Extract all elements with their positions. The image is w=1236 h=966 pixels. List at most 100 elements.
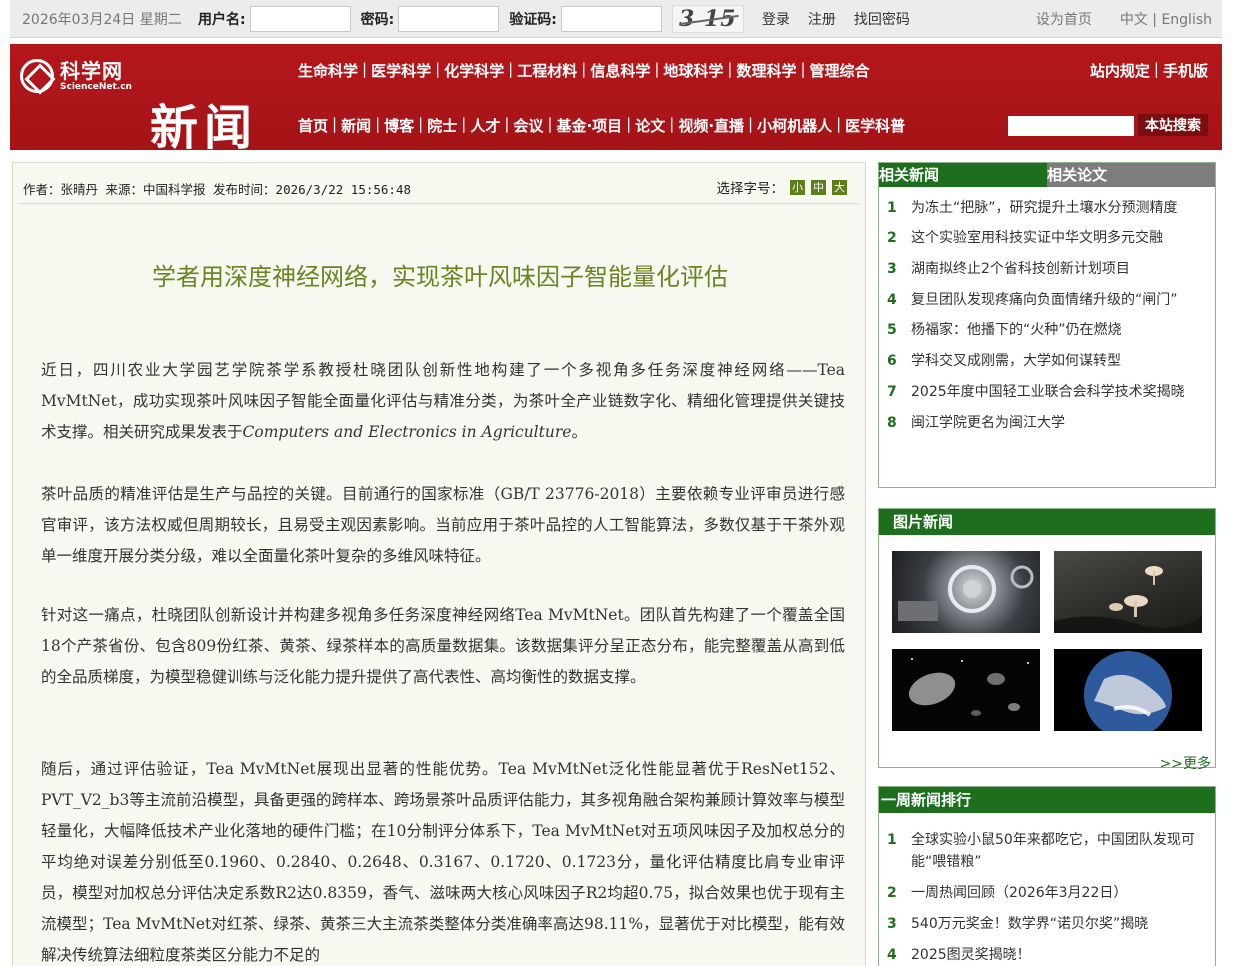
nav-separator: | <box>547 115 553 133</box>
photo-news-more-link[interactable]: >>更多 <box>1160 753 1211 773</box>
site-logo[interactable]: 科学网 ScienceNet.cn <box>20 54 150 98</box>
main-nav-item-7[interactable]: 论文 <box>635 115 665 136</box>
related-news-rank: 5 <box>887 322 897 338</box>
related-news-title[interactable]: 杨福家：他播下的“火种”仍在燃烧 <box>911 319 1205 341</box>
related-news-title[interactable]: 2025年度中国轻工业联合会科学技术奖揭晓 <box>911 381 1205 403</box>
subject-nav-item-5[interactable]: 地球科学 <box>663 60 723 81</box>
main-nav-item-3[interactable]: 院士 <box>427 115 457 136</box>
weekly-ranking-heading: 一周新闻排行 <box>879 787 1215 813</box>
mushroom-photo-art <box>1054 566 1202 633</box>
related-news-rank: 4 <box>887 292 897 308</box>
related-news-item[interactable]: 4 复旦团队发现疼痛向负面情绪升级的“闸门” <box>887 289 1205 311</box>
main-nav-item-4[interactable]: 人才 <box>470 115 500 136</box>
related-news-title[interactable]: 为冻土“把脉”，研究提升土壤水分预测精度 <box>911 197 1205 219</box>
language-switch[interactable]: 中文 | English <box>1120 9 1212 29</box>
weekly-ranking-box: 一周新闻排行 1 全球实验小鼠50年来都吃它，中国团队发现可能“喂错粮” 2 一周热闻… <box>878 786 1216 966</box>
font-size-small[interactable]: 小 <box>790 179 805 195</box>
password-label: 密码: <box>360 11 395 28</box>
weekly-ranking-list: 1 全球实验小鼠50年来都吃它，中国团队发现可能“喂错粮” 2 一周热闻回顾（2026… <box>879 813 1215 966</box>
nav-separator: | <box>418 115 424 133</box>
recover-password-link[interactable]: 找回密码 <box>854 9 910 29</box>
nav-separator: | <box>800 60 806 78</box>
nav-separator: | <box>748 115 754 133</box>
login-link[interactable]: 登录 <box>762 9 790 29</box>
weekly-ranking-item[interactable]: 2 一周热闻回顾（2026年3月22日） <box>887 882 1205 904</box>
weekly-ranking-rank: 3 <box>887 916 897 932</box>
captcha-input[interactable] <box>560 5 662 32</box>
machine-photo-art <box>898 565 1034 621</box>
article-title: 学者用深度神经网络，实现茶叶风味因子智能量化评估 <box>152 263 728 291</box>
weekly-ranking-item[interactable]: 4 2025图灵奖揭晓！ <box>887 944 1205 966</box>
main-nav-item-5[interactable]: 会议 <box>513 115 543 136</box>
subject-nav-item-0[interactable]: 生命科学 <box>298 60 358 81</box>
username-input[interactable] <box>249 5 351 32</box>
weekly-ranking-item[interactable]: 1 全球实验小鼠50年来都吃它，中国团队发现可能“喂错粮” <box>887 829 1205 873</box>
font-size-medium[interactable]: 中 <box>811 179 826 195</box>
asteroid-photo[interactable] <box>892 649 1040 731</box>
article-paragraph-3: 针对这一痛点，杜晓团队创新设计并构建多视角多任务深度神经网络Tea MvMtNe… <box>41 606 845 686</box>
section-title: 新闻 <box>150 100 259 156</box>
related-news-title[interactable]: 这个实验室用科技实证中华文明多元交融 <box>911 227 1205 249</box>
nav-separator: | <box>461 115 467 133</box>
related-news-rank: 3 <box>887 261 897 277</box>
subject-nav-item-7[interactable]: 管理综合 <box>810 60 870 81</box>
main-nav-item-8[interactable]: 视频·直播 <box>678 115 744 136</box>
related-news-item[interactable]: 3 湖南拟终止2个省科技创新计划项目 <box>887 258 1205 280</box>
nav-separator: | <box>332 115 338 133</box>
weekly-ranking-title[interactable]: 一周热闻回顾（2026年3月22日） <box>911 882 1205 904</box>
related-news-title[interactable]: 闽江学院更名为闽江大学 <box>911 412 1205 434</box>
journal-name: Computers and Electronics in Agriculture <box>242 423 572 441</box>
weekly-ranking-rank: 4 <box>887 947 897 963</box>
subject-nav-item-1[interactable]: 医学科学 <box>371 60 431 81</box>
password-input[interactable] <box>398 5 500 32</box>
related-news-rank: 2 <box>887 230 897 246</box>
site-search-input[interactable] <box>1008 116 1134 136</box>
related-news-item[interactable]: 6 学科交叉成刚需，大学如何谋转型 <box>887 350 1205 372</box>
logo-cn: 科学网 <box>60 59 123 83</box>
machine-photo[interactable] <box>892 551 1040 633</box>
logo-icon <box>20 59 54 93</box>
earth-photo[interactable] <box>1054 649 1202 731</box>
set-homepage-link[interactable]: 设为首页 <box>1036 9 1092 29</box>
photo-news-heading: 图片新闻 <box>879 509 1215 535</box>
main-nav-item-0[interactable]: 首页 <box>298 115 328 136</box>
subject-nav-item-6[interactable]: 数理科学 <box>736 60 796 81</box>
main-nav-item-9[interactable]: 小柯机器人 <box>757 115 832 136</box>
current-date: 2026年03月24日 星期二 <box>22 11 182 28</box>
site-search-button[interactable]: 本站搜索 <box>1138 114 1208 136</box>
related-news-item[interactable]: 2 这个实验室用科技实证中华文明多元交融 <box>887 227 1205 249</box>
related-news-item[interactable]: 5 杨福家：他播下的“火种”仍在燃烧 <box>887 319 1205 341</box>
username-label: 用户名: <box>198 11 246 28</box>
subject-nav-item-4[interactable]: 信息科学 <box>590 60 650 81</box>
subject-nav-item-3[interactable]: 工程材料 <box>517 60 577 81</box>
related-news-item[interactable]: 7 2025年度中国轻工业联合会科学技术奖揭晓 <box>887 381 1205 403</box>
main-nav-item-10[interactable]: 医学科普 <box>845 115 905 136</box>
article-panel: 作者：张晴丹 来源：中国科学报 发布时间：2026/3/22 15:56:48 … <box>12 162 866 966</box>
main-nav-item-2[interactable]: 博客 <box>384 115 414 136</box>
site-header: 科学网 ScienceNet.cn 新闻 生命科学 | 医学科学 | 化学科学 | 工程材料… <box>10 44 1222 156</box>
tab-related-news[interactable]: 相关新闻 <box>879 163 1047 187</box>
weekly-ranking-title[interactable]: 540万元奖金！数学界“诺贝尔奖”揭晓 <box>911 913 1205 935</box>
related-news-item[interactable]: 1 为冻土“把脉”，研究提升土壤水分预测精度 <box>887 197 1205 219</box>
weekly-ranking-title[interactable]: 全球实验小鼠50年来都吃它，中国团队发现可能“喂错粮” <box>911 829 1205 873</box>
related-news-title[interactable]: 湖南拟终止2个省科技创新计划项目 <box>911 258 1205 280</box>
mushroom-photo[interactable] <box>1054 551 1202 633</box>
weekly-ranking-rank: 1 <box>887 832 897 848</box>
right-nav-item-0[interactable]: 站内规定 <box>1090 60 1150 81</box>
font-size-large[interactable]: 大 <box>832 179 847 195</box>
related-news-title[interactable]: 学科交叉成刚需，大学如何谋转型 <box>911 350 1205 372</box>
nav-separator: | <box>375 115 381 133</box>
related-news-title[interactable]: 复旦团队发现疼痛向负面情绪升级的“闸门” <box>911 289 1205 311</box>
related-news-rank: 1 <box>887 200 897 216</box>
register-link[interactable]: 注册 <box>808 9 836 29</box>
related-news-box: 相关新闻 相关论文 1 为冻土“把脉”，研究提升土壤水分预测精度 2 这个实验室用科技… <box>878 162 1216 488</box>
weekly-ranking-item[interactable]: 3 540万元奖金！数学界“诺贝尔奖”揭晓 <box>887 913 1205 935</box>
right-nav-item-1[interactable]: 手机版 <box>1163 60 1208 81</box>
tab-related-papers[interactable]: 相关论文 <box>1047 163 1215 187</box>
captcha-image[interactable]: 3 15 <box>671 4 744 33</box>
main-nav-item-1[interactable]: 新闻 <box>341 115 371 136</box>
subject-nav-item-2[interactable]: 化学科学 <box>444 60 504 81</box>
main-nav-item-6[interactable]: 基金·项目 <box>556 115 622 136</box>
weekly-ranking-title[interactable]: 2025图灵奖揭晓！ <box>911 944 1205 966</box>
related-news-item[interactable]: 8 闽江学院更名为闽江大学 <box>887 412 1205 434</box>
